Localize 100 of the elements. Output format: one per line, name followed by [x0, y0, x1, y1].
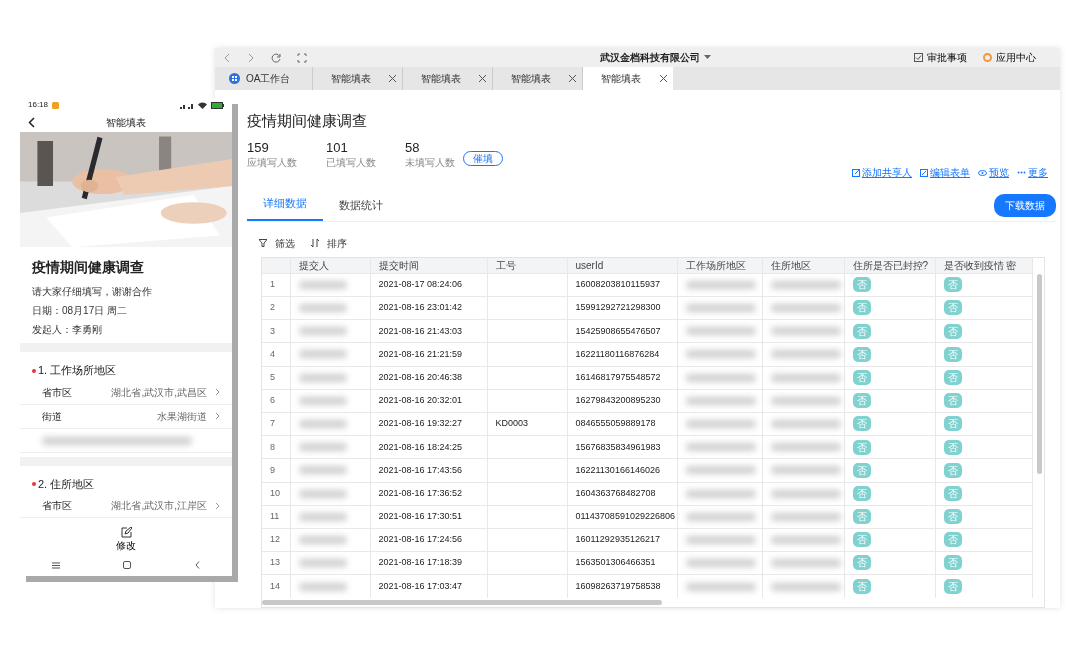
redacted-text: [298, 559, 347, 568]
status-tag: 否: [852, 555, 871, 571]
table-cell: 2021-08-16 17:03:47: [370, 574, 487, 598]
column-header: 工号: [487, 257, 567, 274]
download-button[interactable]: 下载数据: [994, 193, 1056, 217]
status-tag: 否: [943, 393, 962, 409]
remind-button[interactable]: 催填: [463, 151, 503, 167]
toolbar-link[interactable]: 编辑表单: [920, 165, 970, 181]
redacted-text: [298, 443, 347, 452]
redacted-text: [770, 396, 841, 405]
status-tag: 否: [852, 416, 871, 432]
scrollbar[interactable]: [1037, 273, 1042, 474]
redacted-text: [298, 350, 347, 359]
refresh-icon[interactable]: [271, 52, 281, 63]
toolbar-link[interactable]: 预览: [978, 165, 1009, 181]
redacted-text: [685, 373, 756, 382]
browser-tab[interactable]: 智能填表: [313, 67, 403, 91]
stat-value: 58: [405, 140, 421, 156]
column-header: 住所地区: [762, 257, 844, 274]
status-tag: 否: [943, 346, 962, 362]
status-tag: 否: [852, 277, 871, 293]
redacted-text: [770, 489, 841, 498]
status-tag: 否: [943, 462, 962, 478]
table-cell: 2021-08-16 19:32:27: [370, 412, 487, 436]
status-tag: 否: [943, 369, 962, 385]
row-number: 3: [262, 319, 290, 343]
toolbar-button[interactable]: 筛选: [259, 235, 295, 251]
stat-value: 159: [247, 140, 270, 156]
redacted-text: [298, 582, 347, 591]
close-icon[interactable]: [479, 75, 486, 83]
status-tag: 否: [852, 439, 871, 455]
status-tag: 否: [943, 485, 962, 501]
redacted-text: [770, 466, 841, 475]
column-header: userId: [567, 257, 677, 274]
table-cell: 2021-08-16 17:43:56: [370, 458, 487, 483]
redacted-text: [685, 535, 756, 544]
form-row[interactable]: 省市区 湖北省,武汉市,武昌区: [20, 380, 232, 405]
toolbar-button[interactable]: 排序: [311, 235, 347, 251]
edit-button[interactable]: 修改: [110, 526, 142, 555]
table-cell: 2021-08-16 21:43:03: [370, 319, 487, 343]
field-value: 湖北省,武汉市,武昌区: [111, 385, 207, 400]
browser-tab[interactable]: OA工作台: [223, 67, 313, 91]
close-icon[interactable]: [389, 75, 396, 83]
table-cell: 2021-08-16 23:01:42: [370, 296, 487, 320]
chevron-icon: [215, 501, 220, 510]
header-action-button[interactable]: 应用中心: [983, 50, 1036, 66]
more-icon: [1017, 171, 1026, 175]
filter-icon: [259, 239, 267, 248]
redacted-text: [685, 559, 756, 568]
stat-label: 已填写人数: [326, 156, 377, 171]
status-tag: 否: [943, 439, 962, 455]
form-row[interactable]: 街道 水果湖街道: [20, 404, 232, 429]
view-tab[interactable]: 详细数据: [247, 192, 323, 221]
redacted-text: [298, 419, 347, 428]
survey-date: 日期：08月17日 周二: [31, 304, 129, 319]
redacted-text: [685, 466, 756, 475]
stat-label: 未填写人数: [405, 156, 455, 171]
column-header: 工作场所地区: [677, 257, 762, 274]
toolbar-link[interactable]: 更多: [1017, 165, 1048, 181]
redacted-text: [685, 512, 756, 521]
status-tag: 否: [943, 509, 962, 525]
view-tab[interactable]: 数据统计: [323, 194, 399, 221]
table-cell: 16221180116876284: [567, 342, 677, 367]
browser-tab[interactable]: 智能填表: [403, 67, 493, 91]
row-number: 10: [262, 482, 290, 506]
table-cell: 2021-08-16 18:24:25: [370, 435, 487, 459]
chevron-icon: [215, 388, 220, 397]
header-action-button[interactable]: 审批事项: [914, 50, 967, 66]
menu-icon[interactable]: [51, 561, 60, 569]
back-icon[interactable]: [28, 116, 35, 128]
redacted-text: [685, 327, 756, 336]
close-icon[interactable]: [569, 75, 576, 83]
fullscreen-icon[interactable]: [297, 52, 307, 63]
row-number: 7: [262, 412, 290, 436]
table-cell: 15991292721298300: [567, 296, 677, 320]
status-tag: 否: [852, 578, 871, 594]
caret-icon[interactable]: [704, 55, 711, 61]
back-icon[interactable]: [195, 561, 201, 570]
share-icon: [852, 168, 860, 177]
column-header: 是否收到疫情 密: [935, 257, 1032, 274]
redacted-text: [770, 443, 841, 452]
table-cell: 1563501306466351: [567, 551, 677, 575]
redacted-text: [685, 350, 756, 359]
redacted-text: [298, 489, 347, 498]
table-cell: 16221130166146026: [567, 458, 677, 483]
status-tag: 否: [943, 578, 962, 594]
scrollbar[interactable]: [262, 600, 662, 605]
status-tag: 否: [943, 416, 962, 432]
table-cell: 2021-08-16 21:21:59: [370, 342, 487, 367]
toolbar-link[interactable]: 添加共享人: [852, 165, 912, 181]
table-cell: 2021-08-16 20:46:38: [370, 366, 487, 390]
field-value: 水果湖街道: [157, 409, 207, 424]
table-cell: 15425908655476507: [567, 319, 677, 343]
browser-tab[interactable]: 智能填表: [583, 67, 673, 91]
status-tag: 否: [852, 509, 871, 525]
home-icon[interactable]: [123, 561, 132, 570]
close-icon[interactable]: [660, 75, 667, 83]
form-row[interactable]: 省市区 湖北省,武汉市,江岸区: [20, 494, 232, 519]
table-cell: 0846555059889178: [567, 412, 677, 436]
redacted-text: [298, 304, 347, 313]
